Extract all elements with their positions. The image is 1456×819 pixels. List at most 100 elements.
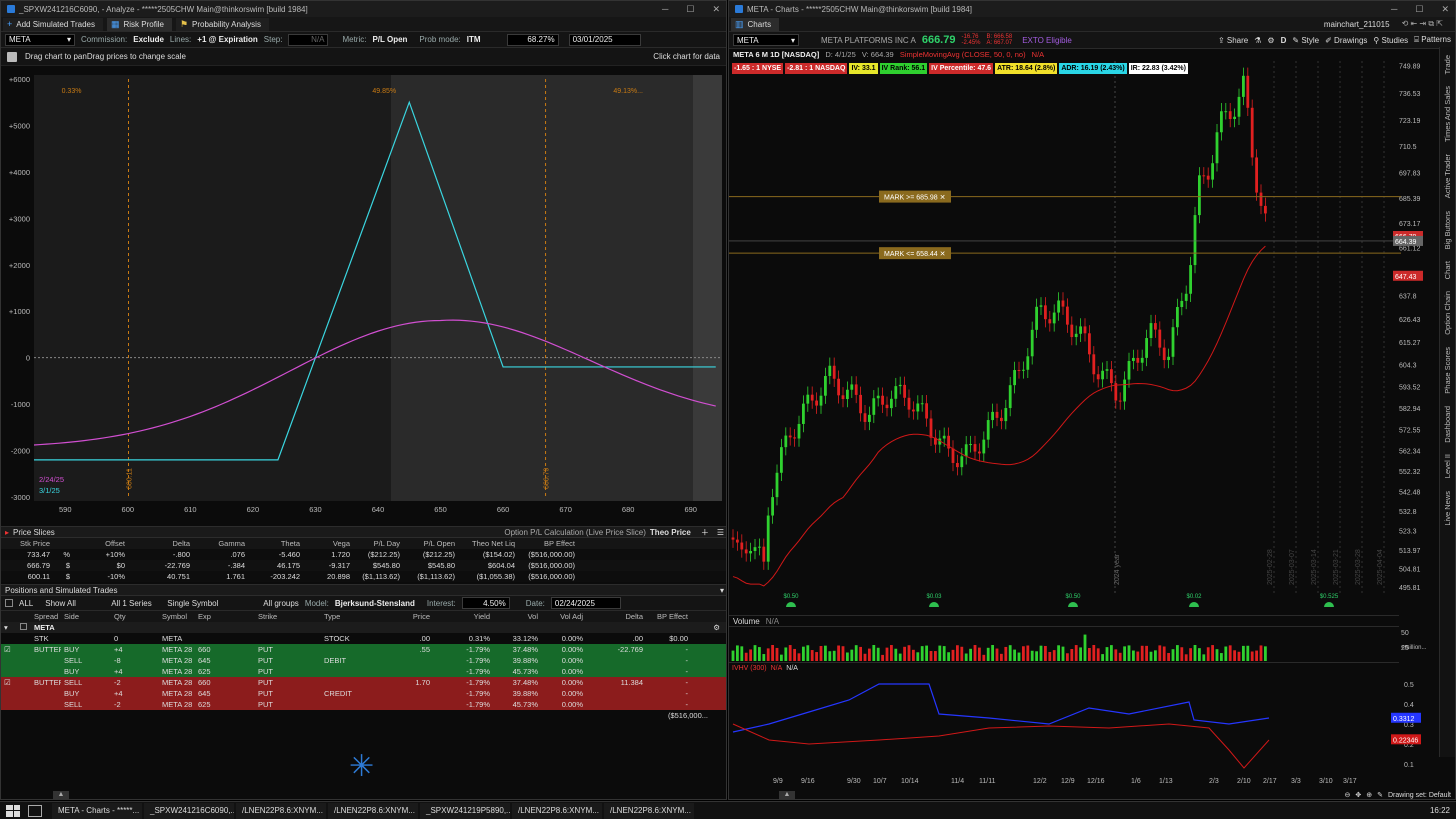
calc-mode-select[interactable]: Theo Price xyxy=(650,528,691,537)
commission-select[interactable]: Exclude xyxy=(133,35,164,44)
row-checkbox[interactable]: ☑ xyxy=(1,645,17,654)
chart-symbol-input[interactable]: META ▾ xyxy=(733,34,799,46)
clock[interactable]: 16:22 xyxy=(1430,806,1450,815)
price-chart[interactable]: 749.89 736.53 723.19 710.5 697.83 685.39 673.1… xyxy=(729,47,1429,607)
task-view-icon[interactable] xyxy=(28,804,42,817)
symbol-filter[interactable]: Single Symbol xyxy=(167,599,257,608)
collapse-icon[interactable]: ▾ xyxy=(720,586,724,595)
print-icon[interactable] xyxy=(7,51,17,62)
show-filter[interactable]: Show All xyxy=(45,599,105,608)
step-input[interactable]: N/A xyxy=(288,33,329,46)
tab-risk-profile[interactable]: ▦ Risk Profile xyxy=(106,17,172,31)
tab-add-simulated-trades[interactable]: + Add Simulated Trades xyxy=(3,17,103,31)
expand-panel-icon[interactable]: ▲ xyxy=(779,791,795,799)
tab-charts[interactable]: ▥ Charts xyxy=(731,17,780,31)
group-row-meta[interactable]: ▾ META ⚙ xyxy=(1,622,726,633)
candle-body xyxy=(1193,215,1197,266)
volume-chart[interactable]: 5025<million... xyxy=(729,627,1429,663)
sidebar-tab[interactable]: Option Chain xyxy=(1443,287,1452,339)
taskbar-item[interactable]: /LNEN22P8.6:XNYM... xyxy=(604,802,694,819)
share-button[interactable]: ⇪ Share xyxy=(1218,36,1248,45)
close-icon[interactable]: ✕ xyxy=(1441,4,1449,15)
stock-row[interactable]: STK 0 META STOCK .00 0.31% 33.12% 0.00% .00 $0.00 xyxy=(1,633,726,644)
study-pill[interactable]: -2.81 : 1 NASDAQ xyxy=(785,63,848,74)
taskbar-item[interactable]: _SPXW241216C6090,... xyxy=(144,802,234,819)
flask-icon[interactable]: ⚗ xyxy=(1254,36,1261,45)
add-slice-icon[interactable]: ＋ xyxy=(701,527,709,538)
menu-icon[interactable]: ☰ xyxy=(717,528,724,537)
taskbar-item[interactable]: /LNEN22P8.6:XNYM... xyxy=(236,802,326,819)
taskbar-item[interactable]: /LNEN22P8.6:XNYM... xyxy=(512,802,602,819)
sidebar-tab[interactable]: Trade xyxy=(1443,51,1452,78)
position-row[interactable]: SELL -2 META 28 FEB 25 (We625 PUT -1.79% 45.7… xyxy=(1,699,726,710)
positions-date-input[interactable]: 02/24/2025 xyxy=(550,597,621,609)
groups-filter[interactable]: All groups xyxy=(263,599,299,608)
patterns-button[interactable]: ⌸ Patterns xyxy=(1414,35,1451,45)
sidebar-tab[interactable]: Level II xyxy=(1443,450,1452,482)
nav-icons[interactable]: ⟲ ⇤ ⇥ ⧉ ⇱ xyxy=(1402,19,1443,29)
sidebar-tab[interactable]: Big Buttons xyxy=(1443,207,1452,253)
taskbar-item[interactable]: META - Charts - *****... xyxy=(52,802,142,819)
study-pill[interactable]: ADR: 16.19 (2.43%) xyxy=(1059,63,1127,74)
taskbar-item[interactable]: _SPXW241219P5890,... xyxy=(420,802,510,819)
expand-panel-icon[interactable]: ▲ xyxy=(53,791,69,799)
study-pill[interactable]: IV Percentile: 47.6 xyxy=(929,63,994,74)
style-button[interactable]: ✎ Style xyxy=(1292,36,1319,45)
sidebar-tab[interactable]: Live News xyxy=(1443,487,1452,530)
close-icon[interactable]: ✕ xyxy=(712,4,720,15)
position-row[interactable]: ☑ BUTTERFLYSELL -2 META 28 FEB 25 (We660 PUT… xyxy=(1,677,726,688)
sidebar-tab[interactable]: Chart xyxy=(1443,257,1452,283)
series-filter[interactable]: All 1 Series xyxy=(111,599,161,608)
price-slice-row[interactable]: 666.79 $ $0 -22.769 -.384 46.175 -9.317 $545.80… xyxy=(1,560,726,571)
study-pill[interactable]: IV Rank: 56.1 xyxy=(879,63,928,74)
company-name: META PLATFORMS INC A xyxy=(821,35,916,45)
interest-input[interactable]: 4.50% xyxy=(461,597,510,609)
gear-icon[interactable]: ⚙ xyxy=(1267,36,1274,45)
position-row[interactable]: ☑ BUTTERFLYBUY +4 META 28 FEB 25 (We660 PUT.… xyxy=(1,644,726,655)
exto-eligible-link[interactable]: EXTO Eligible xyxy=(1022,36,1072,45)
price-slice-row[interactable]: 600.11 $ -10% 40.751 1.761 -203.242 20.898 ($1,… xyxy=(1,571,726,582)
sidebar-tab[interactable]: Phase Scores xyxy=(1443,343,1452,398)
taskbar-item[interactable]: /LNEN22P8.6:XNYM... xyxy=(328,802,418,819)
start-icon[interactable] xyxy=(6,804,20,817)
layout-name[interactable]: mainchart_211015 xyxy=(1324,20,1390,29)
sidebar-tab[interactable]: Active Trader xyxy=(1443,150,1452,202)
candle-body xyxy=(771,497,774,516)
minimize-icon[interactable]: ─ xyxy=(1391,4,1397,15)
date-input[interactable]: 03/01/2025 xyxy=(568,33,641,46)
risk-profile-chart[interactable]: +6000 +5000 +4000 +3000 +2000 +1000 0 -1000 -200… xyxy=(1,69,726,519)
study-pill[interactable]: IV: 33.1 xyxy=(849,63,878,74)
pencil-icon[interactable]: ✎ xyxy=(1377,791,1383,799)
aggregation-button[interactable]: D xyxy=(1281,36,1287,45)
price-slice-row[interactable]: 733.47% +10% -.800 .076 -5.460 1.720 ($212.25)… xyxy=(1,549,726,560)
maximize-icon[interactable]: ☐ xyxy=(686,4,694,15)
sidebar-tab[interactable]: Times And Sales xyxy=(1443,82,1452,146)
sidebar-tab[interactable]: Dashboard xyxy=(1443,402,1452,447)
position-row[interactable]: BUY +4 META 28 FEB 25 (We645 PUT CREDIT -1.79… xyxy=(1,688,726,699)
studies-button[interactable]: ⚲ Studies xyxy=(1373,36,1408,45)
study-pill[interactable]: -1.65 : 1 NYSE xyxy=(732,63,784,74)
maximize-icon[interactable]: ☐ xyxy=(1415,4,1423,15)
drawing-set-label[interactable]: Drawing set: Default xyxy=(1388,792,1451,799)
zoom-in-icon[interactable]: ⊕ xyxy=(1366,791,1372,799)
lines-select[interactable]: +1 @ Expiration xyxy=(197,35,257,44)
ivhv-chart[interactable]: 0.50.40.30.20.10.33120.22346 xyxy=(729,674,1429,776)
study-pill[interactable]: IR: 22.83 (3.42%) xyxy=(1128,63,1188,74)
position-row[interactable]: SELL -8 META 28 FEB 25 (We645 PUT DEBIT -1.79… xyxy=(1,655,726,666)
volatility-input[interactable]: 68.27% xyxy=(506,33,559,46)
tab-probability-analysis[interactable]: ⚑ Probability Analysis xyxy=(175,17,269,31)
drawings-button[interactable]: ✐ Drawings xyxy=(1325,36,1367,45)
symbol-input[interactable]: META ▾ xyxy=(5,33,75,46)
row-checkbox[interactable]: ☑ xyxy=(1,678,17,687)
minimize-icon[interactable]: ─ xyxy=(662,4,668,15)
settings-gear-icon[interactable]: ⚙ xyxy=(713,623,720,632)
y-tick-label: +2000 xyxy=(9,261,30,270)
zoom-out-icon[interactable]: ⊖ xyxy=(1344,791,1350,799)
position-row[interactable]: BUY +4 META 28 FEB 25 (We625 PUT -1.79% 45.73… xyxy=(1,666,726,677)
prob-mode-select[interactable]: ITM xyxy=(467,35,481,44)
pan-icon[interactable]: ✥ xyxy=(1355,791,1361,799)
select-all-checkbox[interactable] xyxy=(5,599,13,607)
study-pill[interactable]: ATR: 18.64 (2.8%) xyxy=(995,63,1058,74)
model-select[interactable]: Bjerksund-Stensland xyxy=(335,599,415,608)
metric-select[interactable]: P/L Open xyxy=(372,35,407,44)
